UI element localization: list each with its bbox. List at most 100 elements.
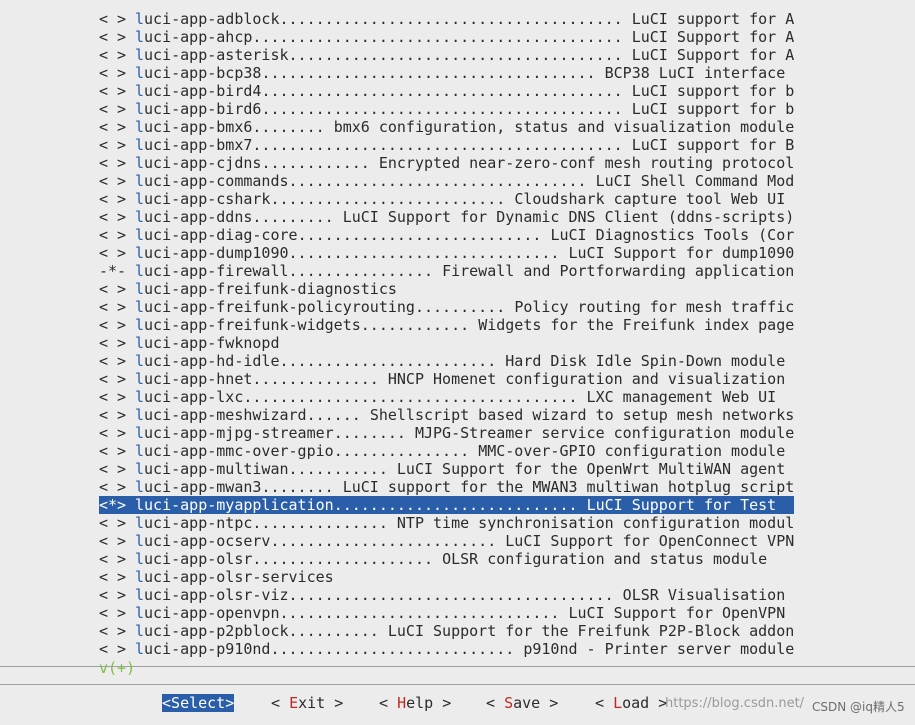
menu-item-text: luci-app-bird6..........................… [135, 100, 794, 118]
menu-item-luci-app-ahcp[interactable]: < > luci-app-ahcp........................… [99, 28, 794, 46]
menu-item-luci-app-mjpg-streamer[interactable]: < > luci-app-mjpg-streamer........ MJPG-S… [99, 424, 794, 442]
menu-item-luci-app-p910nd[interactable]: < > luci-app-p910nd......................… [99, 640, 794, 658]
menu-item-luci-app-adblock[interactable]: < > luci-app-adblock.....................… [99, 10, 794, 28]
menu-item-luci-app-freifunk-widgets[interactable]: < > luci-app-freifunk-widgets............… [99, 316, 794, 334]
selection-marker[interactable]: < > [99, 370, 135, 388]
selection-marker[interactable]: < > [99, 208, 135, 226]
selection-marker[interactable]: < > [99, 136, 135, 154]
menu-item-hotkey: l [135, 478, 145, 496]
menu-item-luci-app-myapplication[interactable]: <*> luci-app-myapplication...............… [99, 496, 794, 514]
menu-item-description: OLSR Visualisation [622, 586, 786, 604]
selection-marker[interactable]: < > [99, 460, 135, 478]
selection-marker[interactable]: < > [99, 64, 135, 82]
load-button[interactable]: < Load > [595, 694, 667, 712]
selection-marker[interactable]: < > [99, 334, 135, 352]
selection-marker[interactable]: < > [99, 154, 135, 172]
menu-item-luci-app-ntpc[interactable]: < > luci-app-ntpc............... NTP time… [99, 514, 794, 532]
selection-marker[interactable]: < > [99, 604, 135, 622]
selection-marker[interactable]: < > [99, 82, 135, 100]
menu-item-luci-app-cjdns[interactable]: < > luci-app-cjdns............ Encrypted … [99, 154, 794, 172]
menu-item-luci-app-firewall[interactable]: -*- luci-app-firewall................ Fir… [99, 262, 794, 280]
menu-item-hotkey: l [135, 262, 145, 280]
menu-item-hotkey: l [135, 460, 145, 478]
selection-marker[interactable]: < > [99, 280, 135, 298]
menu-item-luci-app-mmc-over-gpio[interactable]: < > luci-app-mmc-over-gpio...............… [99, 442, 794, 460]
menu-item-luci-app-multiwan[interactable]: < > luci-app-multiwan........... LuCI Sup… [99, 460, 794, 478]
menu-item-luci-app-diag-core[interactable]: < > luci-app-diag-core...................… [99, 226, 794, 244]
selection-marker[interactable]: < > [99, 514, 135, 532]
button-label: elp [406, 694, 434, 712]
menu-item-text: luci-app-ocserv.........................… [135, 532, 794, 550]
menu-item-luci-app-bird4[interactable]: < > luci-app-bird4.......................… [99, 82, 794, 100]
exit-button[interactable]: < Exit > [271, 694, 343, 712]
selection-marker[interactable]: <*> [99, 496, 135, 514]
selection-marker[interactable]: < > [99, 622, 135, 640]
help-button[interactable]: < Help > [379, 694, 451, 712]
menu-item-luci-app-olsr[interactable]: < > luci-app-olsr.................... OLS… [99, 550, 794, 568]
menu-item-leader: ........ [261, 478, 334, 496]
menu-item-luci-app-fwknopd[interactable]: < > luci-app-fwknopd [99, 334, 794, 352]
menu-item-luci-app-freifunk-diagnostics[interactable]: < > luci-app-freifunk-diagnostics [99, 280, 794, 298]
menu-item-luci-app-lxc[interactable]: < > luci-app-lxc.........................… [99, 388, 794, 406]
selection-marker[interactable]: < > [99, 244, 135, 262]
selection-marker[interactable]: < > [99, 316, 135, 334]
menu-item-luci-app-p2pblock[interactable]: < > luci-app-p2pblock.......... LuCI Supp… [99, 622, 794, 640]
menu-item-luci-app-bcp38[interactable]: < > luci-app-bcp38.......................… [99, 64, 794, 82]
button-bracket-right: > [225, 694, 235, 712]
menu-item-text: luci-app-adblock........................… [135, 10, 794, 28]
selection-marker[interactable]: < > [99, 550, 135, 568]
menu-item-luci-app-cshark[interactable]: < > luci-app-cshark......................… [99, 190, 794, 208]
menu-item-luci-app-olsr-viz[interactable]: < > luci-app-olsr-viz....................… [99, 586, 794, 604]
selection-marker[interactable]: < > [99, 118, 135, 136]
selection-marker[interactable]: < > [99, 226, 135, 244]
selection-marker[interactable]: < > [99, 568, 135, 586]
menu-item-luci-app-bmx6[interactable]: < > luci-app-bmx6........ bmx6 configurat… [99, 118, 794, 136]
menu-item-name: uci-app-firewall [144, 262, 289, 280]
selection-marker[interactable]: < > [99, 478, 135, 496]
menu-item-hotkey: l [135, 424, 145, 442]
menu-item-luci-app-openvpn[interactable]: < > luci-app-openvpn.....................… [99, 604, 794, 622]
menu-item-text: luci-app-openvpn........................… [135, 604, 794, 622]
menu-item-luci-app-bmx7[interactable]: < > luci-app-bmx7........................… [99, 136, 794, 154]
save-button[interactable]: < Save > [486, 694, 558, 712]
menu-item-luci-app-mwan3[interactable]: < > luci-app-mwan3........ LuCI support f… [99, 478, 794, 496]
menu-item-luci-app-bird6[interactable]: < > luci-app-bird6.......................… [99, 100, 794, 118]
selection-marker[interactable]: < > [99, 46, 135, 64]
menu-item-luci-app-ddns[interactable]: < > luci-app-ddns......... LuCI Support f… [99, 208, 794, 226]
menu-item-luci-app-meshwizard[interactable]: < > luci-app-meshwizard...... Shellscript… [99, 406, 794, 424]
menu-item-luci-app-freifunk-policyrouting[interactable]: < > luci-app-freifunk-policyrouting......… [99, 298, 794, 316]
menu-item-luci-app-hnet[interactable]: < > luci-app-hnet.............. HNCP Home… [99, 370, 794, 388]
menu-item-text: luci-app-cjdns............ Encrypted nea… [135, 154, 794, 172]
selection-marker[interactable]: < > [99, 442, 135, 460]
menu-item-leader: ................................. [288, 172, 587, 190]
selection-marker[interactable]: < > [99, 298, 135, 316]
menu-item-luci-app-commands[interactable]: < > luci-app-commands....................… [99, 172, 794, 190]
selection-marker[interactable]: < > [99, 532, 135, 550]
menu-item-description: LuCI Support for dump1090 [568, 244, 795, 262]
selection-marker[interactable]: < > [99, 640, 135, 658]
menu-item-leader: ...................................... [279, 10, 623, 28]
selection-marker[interactable]: < > [99, 406, 135, 424]
selection-marker[interactable]: < > [99, 100, 135, 118]
menu-item-name: uci-app-olsr-services [144, 568, 334, 586]
selection-marker[interactable]: < > [99, 190, 135, 208]
selection-marker[interactable]: < > [99, 172, 135, 190]
menu-item-luci-app-dump1090[interactable]: < > luci-app-dump1090....................… [99, 244, 794, 262]
selection-marker[interactable]: < > [99, 28, 135, 46]
selection-marker[interactable]: < > [99, 352, 135, 370]
menu-item-name: uci-app-myapplication [144, 496, 334, 514]
selection-marker[interactable]: < > [99, 424, 135, 442]
select-button[interactable]: <Select> [162, 694, 235, 712]
menu-item-leader: .................... [252, 550, 434, 568]
menu-item-luci-app-hd-idle[interactable]: < > luci-app-hd-idle.....................… [99, 352, 794, 370]
menu-item-luci-app-ocserv[interactable]: < > luci-app-ocserv......................… [99, 532, 794, 550]
selection-marker[interactable]: < > [99, 586, 135, 604]
selection-marker[interactable]: -*- [99, 262, 135, 280]
selection-marker[interactable]: < > [99, 388, 135, 406]
menu-item-description: OLSR configuration and status module [442, 550, 768, 568]
menu-item-name: uci-app-bmx7 [144, 136, 253, 154]
menu-item-luci-app-asterisk[interactable]: < > luci-app-asterisk....................… [99, 46, 794, 64]
menu-item-luci-app-olsr-services[interactable]: < > luci-app-olsr-services [99, 568, 794, 586]
menu-item-hotkey: l [135, 82, 145, 100]
selection-marker[interactable]: < > [99, 10, 135, 28]
